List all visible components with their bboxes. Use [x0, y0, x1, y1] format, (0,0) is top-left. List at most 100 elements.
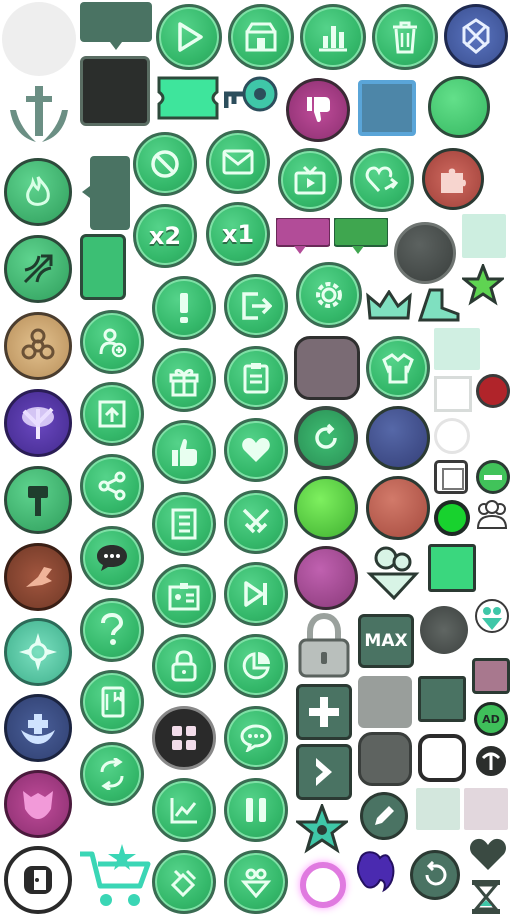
- minus-icon: [484, 474, 502, 480]
- pie-chart-button[interactable]: [224, 634, 288, 698]
- dislike-button[interactable]: [286, 78, 350, 142]
- pickaxe-icon: [481, 752, 501, 770]
- undo-button[interactable]: [410, 850, 460, 900]
- next-square-button[interactable]: [296, 744, 352, 800]
- ban-icon: [151, 150, 179, 178]
- puzzle-button[interactable]: [422, 148, 484, 210]
- hourglass-icon: [468, 878, 504, 916]
- add-user-button[interactable]: [80, 310, 144, 374]
- crown-icon: [366, 290, 412, 324]
- gift-button[interactable]: [152, 348, 216, 412]
- book-icon: [101, 686, 125, 718]
- id-card-icon: [168, 583, 200, 611]
- ad-badge[interactable]: AD: [474, 702, 508, 736]
- lock-button[interactable]: [152, 634, 216, 698]
- id-card-button[interactable]: [152, 564, 216, 628]
- jacket-button[interactable]: [366, 336, 430, 400]
- selection-frame: [358, 80, 416, 136]
- plus-icon: [309, 697, 339, 727]
- helmet-icon: [23, 791, 53, 819]
- list-button[interactable]: [152, 492, 216, 556]
- stats-button[interactable]: [152, 778, 216, 842]
- shop-icon: [245, 22, 277, 52]
- sync-button[interactable]: [80, 742, 144, 806]
- pencil-icon: [375, 806, 394, 825]
- dots-chat-button[interactable]: [224, 706, 288, 770]
- refresh-button[interactable]: [294, 406, 358, 470]
- speed-x1-button[interactable]: x1: [206, 202, 270, 266]
- pale-pink-swatch: [464, 788, 508, 830]
- cart-star-button[interactable]: [78, 842, 152, 914]
- alert-button[interactable]: [152, 276, 216, 340]
- max-badge[interactable]: MAX: [358, 614, 414, 668]
- dark-green-panel: [418, 676, 466, 722]
- green-radio-dot[interactable]: [434, 500, 470, 536]
- bow-button[interactable]: [4, 235, 72, 303]
- skip-button[interactable]: [224, 562, 288, 626]
- share-button[interactable]: [80, 454, 144, 518]
- share-icon: [98, 471, 126, 501]
- ticket-button[interactable]: [155, 74, 221, 122]
- heal-button[interactable]: [4, 694, 72, 762]
- settings-button[interactable]: [296, 262, 362, 328]
- mint-square-swatch: [462, 214, 506, 258]
- cart-icon: [80, 844, 151, 906]
- stats-icon: [170, 798, 197, 824]
- shop-button[interactable]: [228, 4, 294, 70]
- helmet-button[interactable]: [4, 770, 72, 838]
- dark-gray-orb-2: [420, 606, 468, 654]
- sun-button[interactable]: [4, 618, 72, 686]
- upgrade-button[interactable]: [80, 382, 144, 446]
- share-heart-button[interactable]: [350, 148, 414, 212]
- chat-button[interactable]: [80, 526, 144, 590]
- mint-square-swatch-2: [434, 328, 480, 370]
- clipboard-button[interactable]: [224, 346, 288, 410]
- like-button[interactable]: [152, 420, 216, 484]
- logout-button[interactable]: [224, 274, 288, 338]
- charcoal-rounded-panel: [358, 732, 412, 786]
- chart-button[interactable]: [300, 4, 366, 70]
- party-members-icon: [474, 498, 510, 534]
- fire-button[interactable]: [4, 158, 72, 226]
- teammates-button[interactable]: [224, 850, 288, 914]
- grid-menu-button[interactable]: [152, 706, 216, 770]
- mail-button[interactable]: [206, 130, 270, 194]
- white-rounded-panel: [418, 734, 466, 782]
- edit-button[interactable]: [360, 792, 408, 840]
- rust-paint-orb: [366, 476, 430, 540]
- tv-button[interactable]: [278, 148, 342, 212]
- ban-button[interactable]: [133, 132, 197, 196]
- key-button[interactable]: [224, 74, 278, 118]
- pause-button[interactable]: [224, 778, 288, 842]
- party-button[interactable]: [152, 850, 216, 914]
- gear-icon: [316, 282, 342, 308]
- biohazard-button[interactable]: [4, 312, 72, 380]
- list-icon: [171, 508, 197, 540]
- add-square-button[interactable]: [296, 684, 352, 740]
- hammer-button[interactable]: [4, 466, 72, 534]
- speech-tooltip-dark: [80, 2, 152, 52]
- delete-button[interactable]: [372, 4, 438, 70]
- green-square-button[interactable]: [428, 544, 476, 592]
- claw-button[interactable]: [4, 543, 72, 611]
- ticket-icon: [157, 76, 219, 120]
- guild-emblem-button[interactable]: [444, 4, 508, 68]
- remove-button[interactable]: [476, 460, 510, 494]
- play-button[interactable]: [156, 4, 222, 70]
- tree-button[interactable]: [4, 389, 72, 457]
- alert-icon: [180, 293, 188, 323]
- heart-button[interactable]: [224, 418, 288, 482]
- clipboard-icon: [243, 363, 269, 394]
- exit-door-button[interactable]: [4, 846, 72, 914]
- help-button[interactable]: [80, 598, 144, 662]
- undo-icon: [425, 861, 447, 886]
- tree-icon: [22, 407, 54, 439]
- checkbox-square[interactable]: [434, 460, 468, 494]
- book-button[interactable]: [80, 670, 144, 734]
- ad-label: AD: [482, 712, 500, 726]
- mine-button[interactable]: [474, 744, 508, 778]
- padlock-button[interactable]: [296, 612, 352, 680]
- speed-x2-button[interactable]: x2: [133, 204, 197, 268]
- boot-icon: [416, 288, 462, 324]
- battle-button[interactable]: [224, 490, 288, 554]
